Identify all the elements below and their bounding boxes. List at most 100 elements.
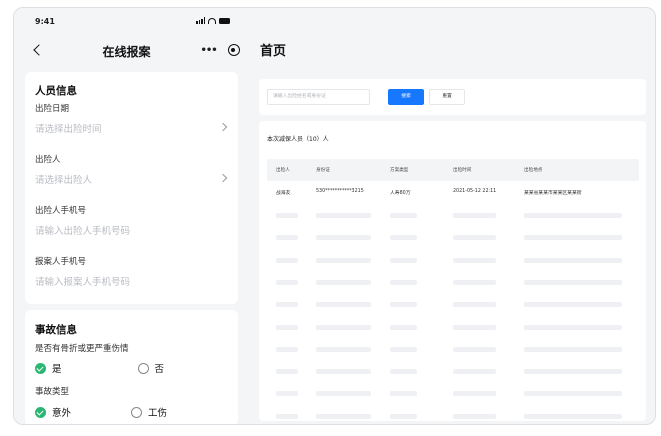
skeleton-cell [316,324,371,330]
skeleton-cell [453,391,496,397]
fracture-question-label: 是否有骨折或更严重伤情 [35,344,129,354]
radio-checked-icon [35,362,46,374]
table-row[interactable]: 战海友 530***********3215 人寿80万 2021-05-12 … [267,183,639,203]
wifi-icon [208,17,217,24]
skeleton-cell [390,413,417,419]
target-icon[interactable] [227,44,240,56]
accident-info-title: 事故信息 [35,324,77,336]
status-time: 9:41 [35,17,55,26]
accident-info-card: 事故信息 是否有骨折或更严重伤情 是 否 事故类型 意外 工伤 [25,310,238,424]
skeleton-cell [524,369,622,375]
search-bar: 请输入出险姓名或身份证 搜索 重置 [259,79,646,115]
skeleton-cell [524,257,622,263]
skeleton-cell [524,346,622,352]
cell-name: 战海友 [276,191,291,196]
radio-no-label: 否 [154,364,165,375]
battery-icon [219,17,231,24]
skeleton-cell [276,346,298,352]
mini-program-capsule: ••• [195,40,245,60]
date-picker-field[interactable]: 请选择出险时间 [25,116,238,138]
skeleton-cell [316,346,371,352]
person-phone-placeholder: 请输入出险人手机号码 [35,226,131,237]
skeleton-row [267,339,639,359]
radio-work-injury-label: 工伤 [148,408,168,419]
column-header: 出险人 [276,168,290,173]
skeleton-cell [390,346,417,352]
status-icons [196,17,231,24]
person-info-title: 人员信息 [35,85,77,97]
accident-type-label: 事故类型 [35,387,70,397]
cell-time: 2021-05-12 22:11 [453,189,497,194]
skeleton-cell [276,413,298,419]
skeleton-row [267,361,639,381]
skeleton-cell [276,279,298,285]
claims-table-card: 本次减保人员（10）人 出险人 身份证 方案类型 出险时间 出险地点 战海友 5… [259,121,646,421]
cell-plan: 人寿80万 [390,191,411,196]
skeleton-cell [276,235,298,241]
skeleton-cell [390,257,417,263]
skeleton-cell [316,279,371,285]
radio-yes-label: 是 [52,364,62,375]
skeleton-row [267,294,639,314]
skeleton-cell [276,391,298,397]
search-input[interactable]: 请输入出险姓名或身份证 [267,89,370,105]
table-header: 出险人 身份证 方案类型 出险时间 出险地点 [267,159,639,181]
radio-unchecked-icon [137,362,149,374]
skeleton-cell [276,213,298,218]
skeleton-row [267,406,639,421]
skeleton-cell [316,391,371,397]
skeleton-cell [316,213,371,218]
skeleton-cell [453,302,496,308]
skeleton-cell [453,369,496,375]
person-phone-input[interactable]: 请输入出险人手机号码 [25,218,238,240]
radio-yes[interactable]: 是 [35,361,62,375]
reporter-phone-placeholder: 请输入报案人手机号码 [35,277,131,288]
more-dots-icon[interactable]: ••• [200,45,217,56]
accident-type-radio-group: 意外 工伤 [35,405,167,419]
skeleton-cell [524,324,622,330]
field-label-person-phone: 出险人手机号 [35,206,87,216]
person-picker-field[interactable]: 请选择出险人 [25,167,238,189]
field-label-reporter-phone: 报案人手机号 [35,257,87,267]
reset-button[interactable]: 重置 [429,89,465,105]
skeleton-cell [316,257,371,263]
skeleton-cell [524,279,622,285]
navbar: 在线报案 ••• [14,36,247,64]
skeleton-cell [390,235,417,241]
column-header: 方案类型 [390,168,409,173]
fracture-radio-group: 是 否 [35,361,164,375]
radio-unchecked-icon [131,406,143,418]
skeleton-row [267,227,639,247]
mobile-report-panel: 9:41 在线报案 ••• 人员信息 出险日期 请选择出险时间 出险人 请选择出… [14,8,247,424]
cell-location: 某某省某某市某某区某某街 [524,191,582,196]
skeleton-cell [390,324,417,330]
radio-work-injury[interactable]: 工伤 [131,405,167,419]
device-frame: 9:41 在线报案 ••• 人员信息 出险日期 请选择出险时间 出险人 请选择出… [13,7,656,425]
radio-no[interactable]: 否 [137,361,165,375]
radio-accident[interactable]: 意外 [35,405,71,419]
chevron-right-icon [218,173,228,183]
field-label-date: 出险日期 [35,104,70,114]
skeleton-cell [524,302,622,308]
skeleton-cell [390,302,417,308]
cell-id: 530***********3215 [316,189,364,194]
table-caption: 本次减保人员（10）人 [267,136,329,143]
skeleton-cell [276,369,298,375]
skeleton-cell [524,213,622,218]
search-button[interactable]: 搜索 [388,89,424,105]
status-bar: 9:41 [14,8,247,32]
skeleton-row [267,250,639,270]
skeleton-cell [453,257,496,263]
skeleton-row [267,383,639,403]
signal-icon [196,17,206,24]
skeleton-row [267,272,639,292]
column-header: 身份证 [316,168,330,173]
field-label-person: 出险人 [35,155,61,165]
skeleton-cell [316,369,371,375]
person-placeholder: 请选择出险人 [35,175,93,186]
date-placeholder: 请选择出险时间 [35,124,102,135]
skeleton-cell [453,213,496,218]
skeleton-cell [390,369,417,375]
reporter-phone-input[interactable]: 请输入报案人手机号码 [25,269,238,291]
skeleton-cell [524,413,622,419]
